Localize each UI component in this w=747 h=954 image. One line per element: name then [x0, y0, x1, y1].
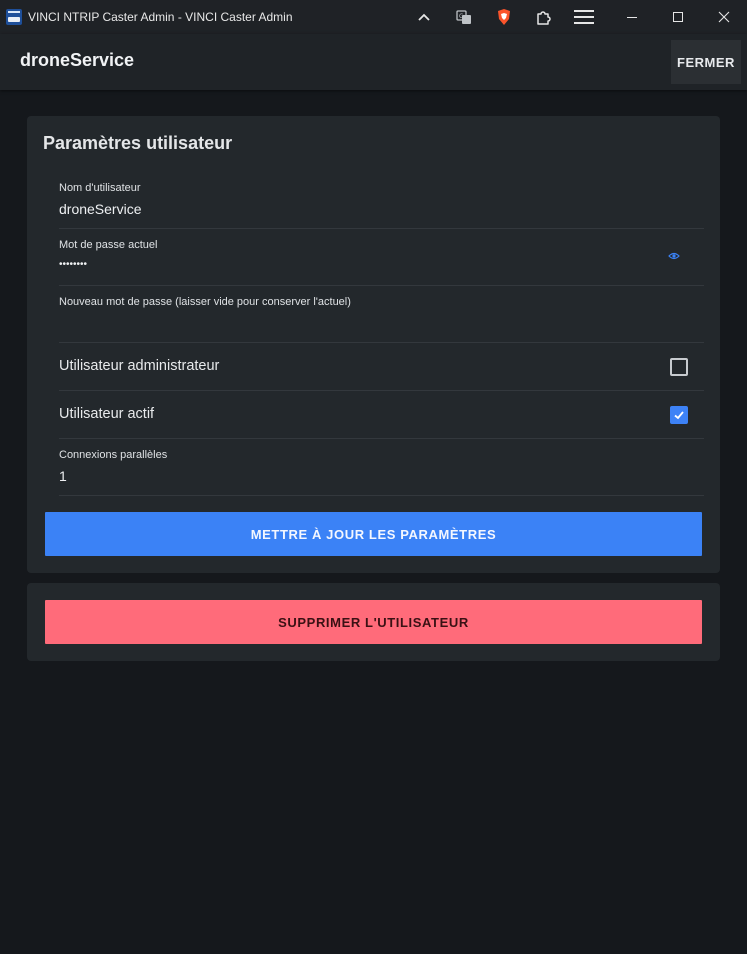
admin-checkbox[interactable]	[670, 358, 688, 376]
svg-text:G: G	[459, 13, 464, 20]
connections-field[interactable]: Connexions parallèles 1	[59, 439, 704, 496]
close-button[interactable]: FERMER	[671, 40, 741, 84]
active-label: Utilisateur actif	[59, 406, 155, 422]
app-header: droneService FERMER	[0, 34, 747, 90]
username-value[interactable]: droneService	[59, 201, 142, 217]
username-field[interactable]: Nom d'utilisateur droneService	[59, 172, 704, 229]
chevron-up-icon[interactable]	[404, 0, 444, 34]
current-password-field[interactable]: Mot de passe actuel ••••••••	[59, 229, 704, 286]
delete-user-button[interactable]: SUPPRIMER L'UTILISATEUR	[45, 600, 702, 644]
window-title-bar: VINCI NTRIP Caster Admin - VINCI Caster …	[0, 0, 747, 34]
app-icon	[6, 9, 22, 25]
browser-toolbar: G	[404, 0, 604, 34]
delete-user-card: SUPPRIMER L'UTILISATEUR	[27, 583, 720, 661]
active-row[interactable]: Utilisateur actif	[59, 391, 704, 439]
current-password-value[interactable]: ••••••••	[59, 259, 87, 270]
update-settings-button[interactable]: METTRE À JOUR LES PARAMÈTRES	[45, 512, 702, 556]
username-label: Nom d'utilisateur	[59, 182, 141, 194]
menu-icon[interactable]	[564, 0, 604, 34]
new-password-field[interactable]: Nouveau mot de passe (laisser vide pour …	[59, 286, 704, 343]
connections-label: Connexions parallèles	[59, 449, 168, 461]
admin-row[interactable]: Utilisateur administrateur	[59, 343, 704, 391]
eye-icon[interactable]	[668, 249, 680, 261]
close-icon[interactable]	[701, 0, 747, 34]
settings-title: Paramètres utilisateur	[43, 133, 233, 153]
active-checkbox[interactable]	[670, 406, 688, 424]
page-title: droneService	[20, 50, 135, 70]
window-title: VINCI NTRIP Caster Admin - VINCI Caster …	[28, 10, 293, 24]
window-controls	[609, 0, 747, 34]
brave-shield-icon[interactable]	[484, 0, 524, 34]
admin-label: Utilisateur administrateur	[59, 358, 220, 374]
user-settings-card: Paramètres utilisateur Nom d'utilisateur…	[27, 116, 720, 573]
minimize-icon[interactable]	[609, 0, 655, 34]
connections-value[interactable]: 1	[59, 468, 67, 484]
maximize-icon[interactable]	[655, 0, 701, 34]
new-password-label: Nouveau mot de passe (laisser vide pour …	[59, 296, 351, 308]
extensions-icon[interactable]	[524, 0, 564, 34]
current-password-label: Mot de passe actuel	[59, 239, 158, 251]
translate-icon[interactable]: G	[444, 0, 484, 34]
